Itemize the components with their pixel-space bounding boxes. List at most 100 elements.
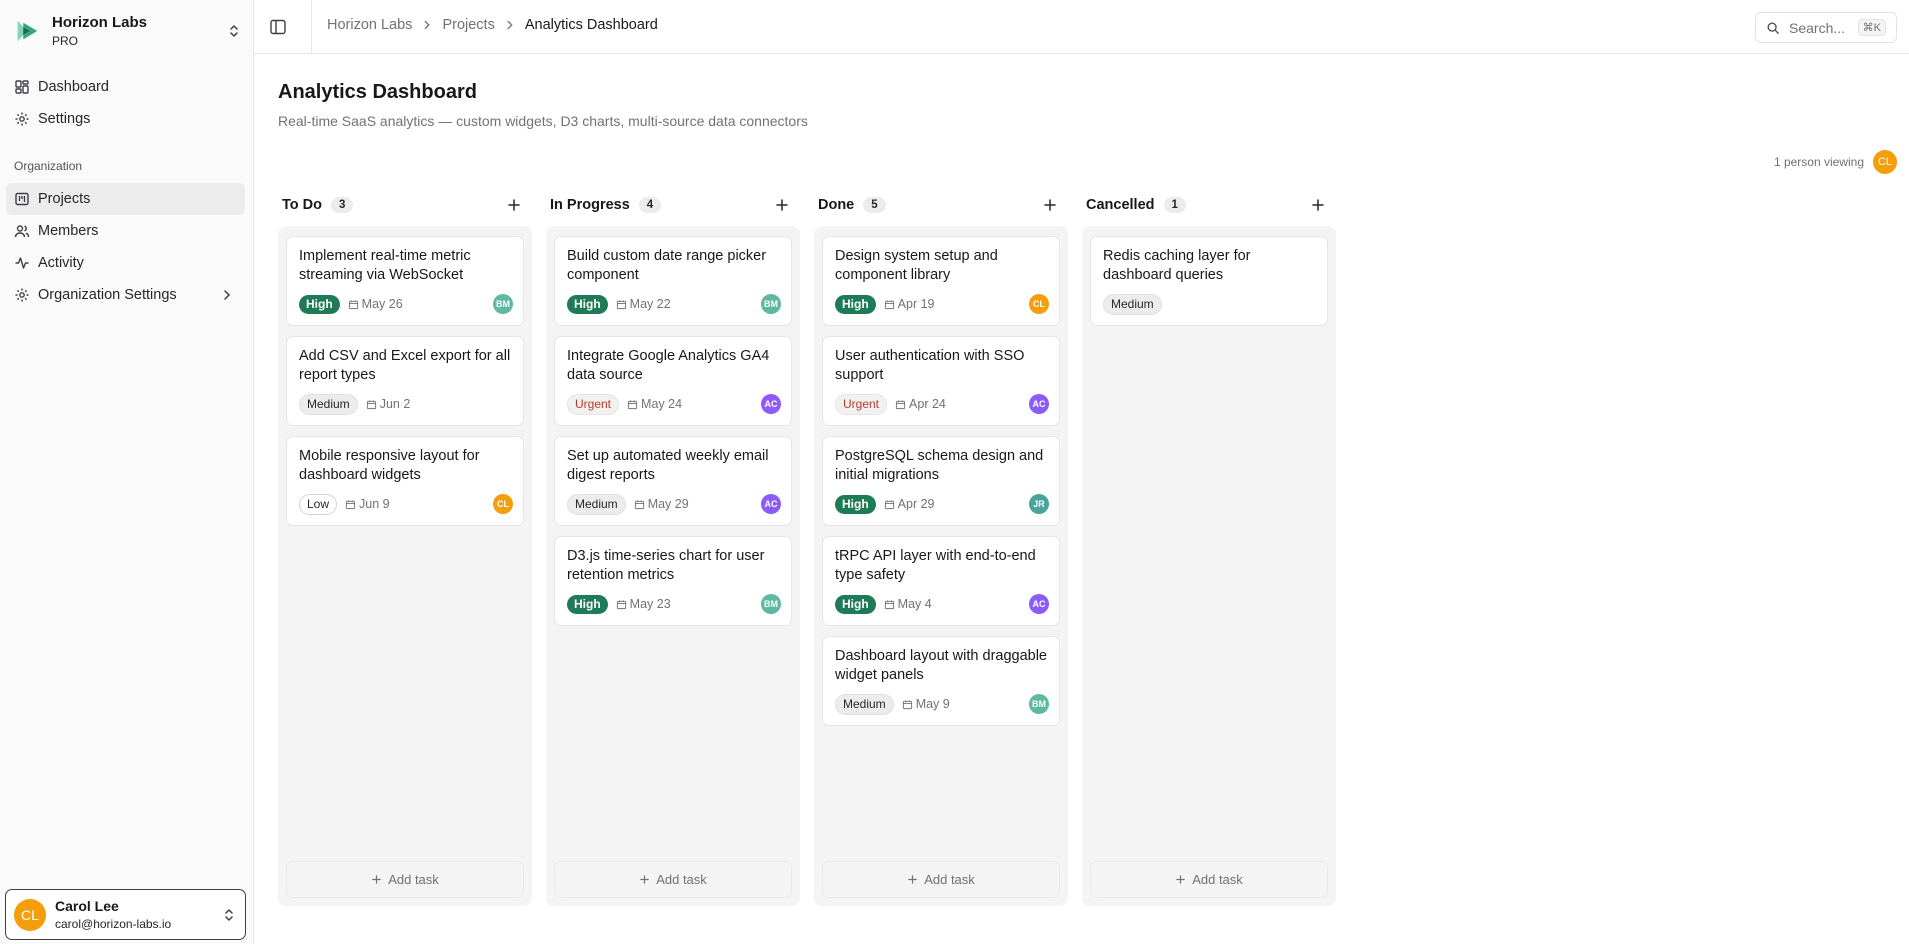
topbar: Horizon Labs Projects Analytics Dashboar…: [254, 0, 1909, 54]
add-card-icon[interactable]: [506, 197, 522, 213]
sidebar-toggle-icon[interactable]: [268, 17, 288, 37]
search-icon: [1767, 21, 1779, 34]
due-date: Jun 2: [366, 397, 410, 411]
task-card[interactable]: tRPC API layer with end-to-end type safe…: [822, 536, 1060, 626]
task-card[interactable]: Redis caching layer for dashboard querie…: [1090, 236, 1328, 326]
nav-organization-settings[interactable]: Organization Settings: [6, 279, 245, 311]
task-title: Add CSV and Excel export for all report …: [299, 348, 511, 383]
page-description: Real-time SaaS analytics — custom widget…: [278, 113, 808, 129]
column-count: 3: [331, 197, 354, 213]
add-card-icon[interactable]: [1042, 197, 1058, 213]
calendar-icon: [902, 699, 912, 709]
breadcrumb-org[interactable]: Horizon Labs: [327, 17, 412, 33]
add-task-button[interactable]: Add task: [554, 861, 792, 898]
task-meta: Urgent May 24 AC: [567, 393, 781, 415]
task-meta: Medium May 29 AC: [567, 493, 781, 515]
user-avatar: CL: [14, 898, 46, 931]
add-task-button[interactable]: Add task: [822, 861, 1060, 898]
add-card-icon[interactable]: [774, 197, 790, 213]
column-body: Design system setup and component librar…: [814, 226, 1068, 906]
column-in-progress: In Progress 4 Build custom date range pick…: [546, 192, 800, 906]
task-card[interactable]: PostgreSQL schema design and initial mig…: [822, 436, 1060, 526]
page-title: Analytics Dashboard: [278, 81, 477, 103]
task-card[interactable]: Add CSV and Excel export for all report …: [286, 336, 524, 426]
task-card[interactable]: Implement real-time metric streaming via…: [286, 236, 524, 326]
layout-dashboard-icon: [15, 80, 29, 94]
nav-projects[interactable]: Projects: [6, 183, 245, 215]
assignee-avatar: CL: [1029, 294, 1049, 314]
calendar-icon: [616, 299, 626, 309]
nav-activity[interactable]: Activity: [6, 247, 245, 279]
priority-badge: High: [567, 594, 608, 614]
due-date-text: May 24: [641, 397, 683, 411]
due-date: May 26: [348, 297, 403, 311]
add-task-button[interactable]: Add task: [286, 861, 524, 898]
task-card[interactable]: D3.js time-series chart for user retenti…: [554, 536, 792, 626]
task-meta: Low Jun 9 CL: [299, 493, 513, 515]
user-info: Carol Lee carol@horizon-labs.io: [55, 898, 221, 932]
due-date-text: May 23: [629, 597, 671, 611]
nav-settings-label: Settings: [38, 111, 91, 127]
calendar-icon: [366, 399, 376, 409]
add-task-label: Add task: [1192, 872, 1243, 887]
task-title: PostgreSQL schema design and initial mig…: [835, 448, 1044, 483]
column-title: Done: [818, 197, 855, 213]
column-count: 1: [1163, 197, 1186, 213]
task-card[interactable]: Set up automated weekly email digest rep…: [554, 436, 792, 526]
chevrons-up-down-icon: [230, 25, 238, 37]
due-date-text: May 29: [647, 497, 689, 511]
calendar-icon: [345, 499, 356, 509]
org-switcher[interactable]: Horizon Labs PRO: [12, 10, 242, 52]
nav-settings[interactable]: Settings: [6, 103, 245, 135]
assignee-avatar: BM: [761, 294, 781, 314]
breadcrumb: Horizon Labs Projects Analytics Dashboar…: [327, 17, 658, 33]
task-card[interactable]: Mobile responsive layout for dashboard w…: [286, 436, 524, 526]
task-card[interactable]: User authentication with SSO support Urge…: [822, 336, 1060, 426]
task-title: Implement real-time metric streaming via…: [299, 248, 471, 283]
priority-badge: Urgent: [835, 393, 888, 415]
assignee-avatar: AC: [1029, 394, 1049, 414]
viewer-avatar: CL: [1873, 150, 1897, 174]
due-date: Apr 24: [895, 397, 946, 411]
column-count: 5: [863, 197, 886, 213]
assignee-avatar: CL: [493, 494, 513, 514]
nav-members[interactable]: Members: [6, 215, 245, 247]
task-card[interactable]: Dashboard layout with draggable widget p…: [822, 636, 1060, 726]
calendar-icon: [884, 299, 894, 309]
add-task-button[interactable]: Add task: [1090, 861, 1328, 898]
user-menu[interactable]: CL Carol Lee carol@horizon-labs.io: [5, 889, 246, 940]
calendar-icon: [634, 499, 644, 509]
due-date: May 29: [634, 497, 689, 511]
search-button[interactable]: Search... ⌘K: [1755, 12, 1897, 43]
breadcrumb-current: Analytics Dashboard: [524, 17, 658, 33]
due-date: May 4: [884, 597, 932, 611]
nav-dashboard[interactable]: Dashboard: [6, 71, 245, 103]
priority-badge: High: [835, 594, 876, 614]
assignee-avatar: BM: [761, 594, 781, 614]
nav-projects-label: Projects: [38, 191, 91, 207]
task-meta: High May 22 BM: [567, 294, 781, 314]
task-title: Integrate Google Analytics GA4 data sour…: [567, 348, 770, 383]
nav-organization-settings-label: Organization Settings: [38, 287, 177, 303]
column-body: Build custom date range picker component…: [546, 226, 800, 906]
org-plan: PRO: [52, 33, 79, 48]
assignee-avatar: BM: [1029, 694, 1049, 714]
due-date: May 9: [902, 697, 950, 711]
nav-section-organization: Organization: [14, 159, 83, 173]
task-card[interactable]: Design system setup and component librar…: [822, 236, 1060, 326]
gear-icon: [15, 112, 29, 126]
calendar-icon: [884, 599, 894, 609]
user-email: carol@horizon-labs.io: [55, 916, 172, 931]
task-title: Set up automated weekly email digest rep…: [567, 448, 769, 483]
task-meta: Urgent Apr 24 AC: [835, 393, 1049, 415]
add-card-icon[interactable]: [1310, 197, 1326, 213]
topbar-divider: [311, 0, 312, 54]
task-card[interactable]: Integrate Google Analytics GA4 data sour…: [554, 336, 792, 426]
task-card[interactable]: Build custom date range picker component…: [554, 236, 792, 326]
assignee-avatar: AC: [1029, 594, 1049, 614]
assignee-avatar: JR: [1029, 494, 1049, 514]
priority-badge: High: [835, 494, 876, 514]
column-cancelled: Cancelled 1 Redis caching layer for dashbo…: [1082, 192, 1336, 906]
breadcrumb-projects[interactable]: Projects: [442, 17, 494, 33]
column-body: Redis caching layer for dashboard querie…: [1082, 226, 1336, 906]
